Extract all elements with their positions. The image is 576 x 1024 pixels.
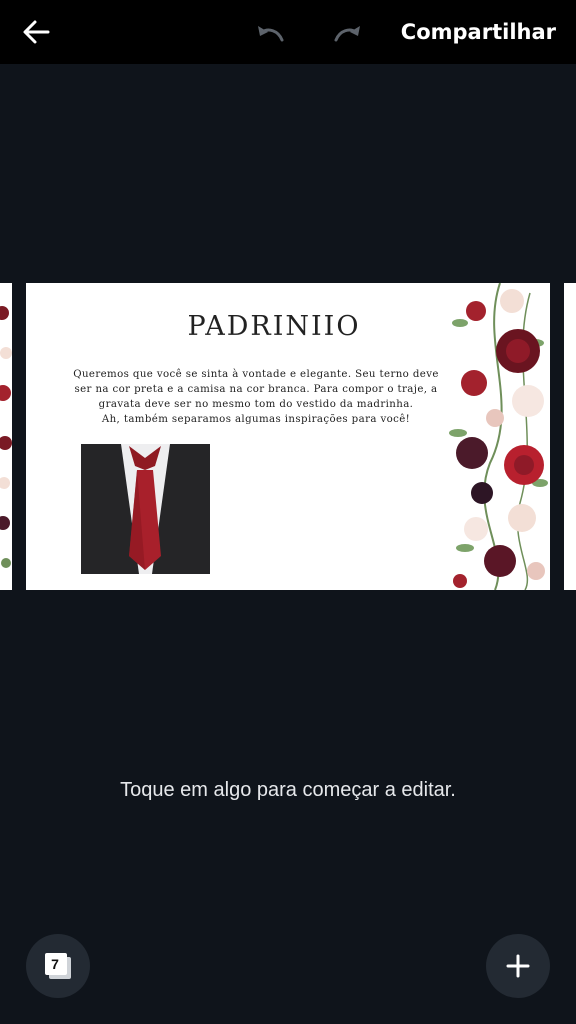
design-page[interactable]: PADRINIIO Queremos que você se sinta à v… [26, 283, 550, 590]
undo-button[interactable] [254, 18, 286, 46]
previous-page-thumbnail[interactable] [0, 283, 12, 590]
body-line: ser na cor preta e a camisa na cor branc… [74, 384, 438, 395]
top-toolbar: Compartilhar [0, 0, 576, 64]
body-line: Ah, também separamos algumas inspirações… [101, 414, 411, 425]
floral-decoration-icon [0, 306, 12, 568]
suit-photo[interactable] [81, 444, 210, 574]
add-button[interactable] [486, 934, 550, 998]
floral-decoration-icon [449, 283, 548, 590]
next-page-thumbnail[interactable] [564, 283, 576, 590]
redo-icon [334, 26, 360, 42]
arrow-left-icon [23, 20, 50, 44]
body-line: Queremos que você se sinta à vontade e e… [73, 369, 439, 380]
pages-button[interactable]: 7 [26, 934, 90, 998]
edit-hint-text: Toque em algo para começar a editar. [120, 779, 456, 801]
plus-icon [506, 954, 530, 978]
share-button[interactable]: Compartilhar [401, 16, 556, 48]
body-line: gravata deve ser no mesmo tom do vestido… [98, 399, 414, 410]
back-button[interactable] [18, 14, 54, 50]
undo-icon [258, 26, 284, 42]
design-workspace[interactable]: PADRINIIO Queremos que você se sinta à v… [0, 64, 576, 944]
redo-button[interactable] [332, 18, 364, 46]
page-count: 7 [51, 956, 59, 972]
page-body-text[interactable]: Queremos que você se sinta à vontade e e… [56, 367, 456, 427]
